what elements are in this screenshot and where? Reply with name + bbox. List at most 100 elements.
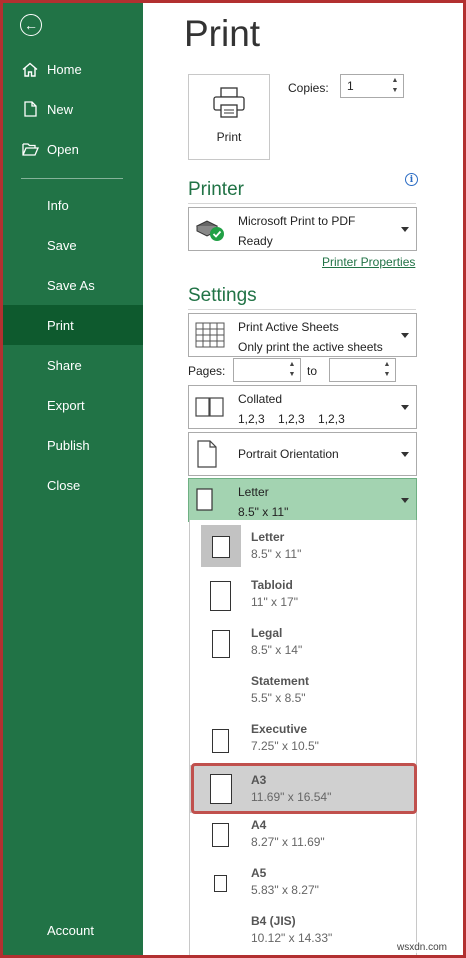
- paper-icon: [210, 581, 231, 611]
- collation-subtitle: 1,2,3 1,2,3 1,2,3: [238, 412, 345, 426]
- sidebar-item-label: Publish: [47, 437, 90, 453]
- paper-icon: [212, 536, 230, 558]
- home-icon: [21, 61, 39, 77]
- paper-option-b4-jis[interactable]: B4 (JIS) 10.12" x 14.33": [190, 906, 416, 954]
- sidebar-item-label: Info: [47, 197, 69, 213]
- printer-ready-icon: [195, 217, 227, 248]
- sidebar-item-share[interactable]: Share: [3, 345, 143, 385]
- printer-name: Microsoft Print to PDF: [238, 214, 356, 228]
- paper-option-size: 10.12" x 14.33": [251, 931, 333, 945]
- info-icon[interactable]: i: [405, 173, 418, 186]
- paper-option-name: Legal: [251, 626, 283, 640]
- paper-icon: [214, 875, 227, 892]
- print-button-label: Print: [216, 130, 242, 144]
- paper-option-a4[interactable]: A4 8.27" x 11.69": [190, 810, 416, 858]
- paper-option-name: B4 (JIS): [251, 914, 296, 928]
- paper-option-name: A4: [251, 818, 267, 832]
- sidebar-item-print[interactable]: Print: [3, 305, 143, 345]
- page-title: Print: [184, 13, 261, 54]
- section-divider: [188, 203, 416, 204]
- sidebar-item-label: Close: [47, 477, 81, 493]
- backstage-sidebar: ← Home New Open Info Save Save As Print …: [3, 3, 143, 955]
- sidebar-item-label: Open: [47, 141, 79, 157]
- sidebar-item-label: Save As: [47, 277, 95, 293]
- sidebar-item-save[interactable]: Save: [3, 225, 143, 265]
- paper-size-menu: Letter 8.5" x 11" Tabloid 11" x 17" Lega…: [189, 520, 417, 955]
- portrait-page-icon: [195, 440, 219, 473]
- to-label: to: [307, 364, 318, 378]
- paper-option-tabloid[interactable]: Tabloid 11" x 17": [190, 570, 416, 618]
- paper-option-name: Executive: [251, 722, 308, 736]
- paper-option-size: 11" x 17": [251, 595, 298, 609]
- print-button[interactable]: Print: [188, 74, 270, 160]
- pages-from-input[interactable]: ▲ ▼: [233, 358, 301, 382]
- sidebar-item-label: Print: [47, 317, 74, 333]
- sidebar-item-new[interactable]: New: [3, 89, 143, 129]
- paper-option-name: Letter: [251, 530, 285, 544]
- printer-icon: [212, 87, 246, 124]
- paper-option-size: 5.5" x 8.5": [251, 691, 306, 705]
- printer-properties-link[interactable]: Printer Properties: [322, 255, 415, 269]
- paper-option-executive[interactable]: Executive 7.25" x 10.5": [190, 714, 416, 762]
- paper-size-subtitle: 8.5" x 11": [238, 505, 289, 519]
- print-scope-subtitle: Only print the active sheets: [238, 340, 383, 354]
- sidebar-item-save-as[interactable]: Save As: [3, 265, 143, 305]
- paper-option-legal[interactable]: Legal 8.5" x 14": [190, 618, 416, 666]
- printer-status: Ready: [238, 234, 273, 248]
- back-arrow-icon[interactable]: ←: [20, 14, 42, 36]
- paper-option-size: 8.5" x 14": [251, 643, 303, 657]
- orientation-title: Portrait Orientation: [238, 447, 339, 461]
- collation-title: Collated: [238, 392, 283, 406]
- paper-option-statement[interactable]: Statement 5.5" x 8.5": [190, 666, 416, 714]
- print-scope-title: Print Active Sheets: [238, 320, 339, 334]
- copies-value: 1: [347, 79, 354, 93]
- sidebar-item-publish[interactable]: Publish: [3, 425, 143, 465]
- sidebar-item-open[interactable]: Open: [3, 129, 143, 169]
- print-scope-dropdown[interactable]: Print Active Sheets Only print the activ…: [188, 313, 417, 357]
- chevron-down-icon: [401, 333, 409, 338]
- a3-highlight-annotation: [191, 763, 417, 814]
- new-document-icon: [21, 101, 39, 117]
- sidebar-item-label: Share: [47, 357, 82, 373]
- settings-heading: Settings: [188, 285, 257, 306]
- sidebar-item-account[interactable]: Account: [3, 910, 143, 950]
- spin-arrows-icon[interactable]: ▲ ▼: [382, 360, 392, 380]
- collation-dropdown[interactable]: Collated 1,2,3 1,2,3 1,2,3: [188, 385, 417, 429]
- sidebar-item-label: New: [47, 101, 74, 117]
- sidebar-item-label: Account: [47, 922, 94, 938]
- sidebar-item-close[interactable]: Close: [3, 465, 143, 505]
- copies-label: Copies:: [288, 81, 329, 95]
- sidebar-item-home[interactable]: Home: [3, 49, 143, 89]
- printer-heading: Printer: [188, 179, 244, 200]
- paper-size-title: Letter: [238, 485, 269, 499]
- paper-option-a5[interactable]: A5 5.83" x 8.27": [190, 858, 416, 906]
- printer-dropdown[interactable]: Microsoft Print to PDF Ready: [188, 207, 417, 251]
- chevron-down-icon: [401, 452, 409, 457]
- paper-option-size: 8.5" x 11": [251, 547, 302, 561]
- spin-arrows-icon[interactable]: ▲ ▼: [390, 76, 400, 96]
- sidebar-item-export[interactable]: Export: [3, 385, 143, 425]
- pages-label: Pages:: [188, 364, 226, 378]
- paper-icon: [195, 488, 215, 517]
- paper-icon: [212, 630, 230, 658]
- sidebar-item-label: Export: [47, 397, 85, 413]
- excel-print-backstage: ← Home New Open Info Save Save As Print …: [3, 3, 463, 955]
- pages-to-input[interactable]: ▲ ▼: [329, 358, 396, 382]
- folder-open-icon: [21, 141, 39, 157]
- chevron-down-icon: [401, 498, 409, 503]
- paper-size-dropdown[interactable]: Letter 8.5" x 11": [188, 478, 417, 522]
- copies-stepper[interactable]: 1 ▲ ▼: [340, 74, 404, 98]
- chevron-down-icon: [401, 405, 409, 410]
- orientation-dropdown[interactable]: Portrait Orientation: [188, 432, 417, 476]
- spin-arrows-icon[interactable]: ▲ ▼: [287, 360, 297, 380]
- sidebar-item-info[interactable]: Info: [3, 185, 143, 225]
- chevron-down-icon: [401, 227, 409, 232]
- watermark: wsxdn.com: [395, 942, 450, 953]
- sidebar-divider: [21, 178, 123, 179]
- sidebar-item-label: Home: [47, 61, 82, 77]
- sheet-grid-icon: [195, 322, 225, 353]
- paper-option-size: 8.27" x 11.69": [251, 835, 325, 849]
- paper-option-name: Statement: [251, 674, 310, 688]
- paper-option-letter[interactable]: Letter 8.5" x 11": [190, 522, 416, 570]
- paper-option-size: 7.25" x 10.5": [251, 739, 319, 753]
